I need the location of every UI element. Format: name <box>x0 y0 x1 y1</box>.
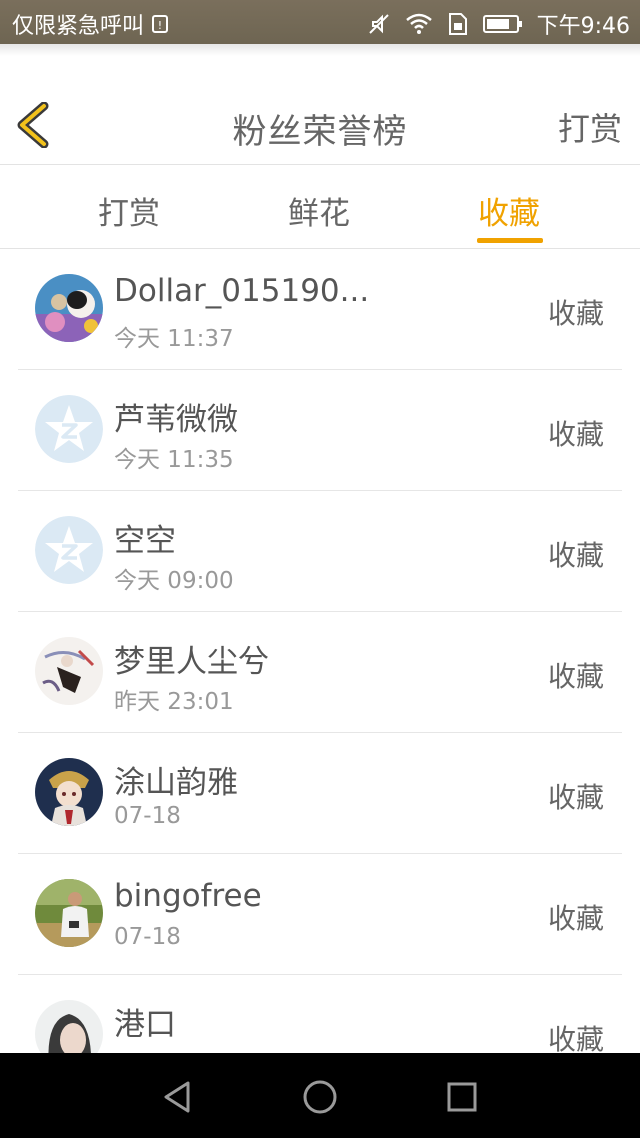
mute-icon <box>367 12 391 36</box>
fan-time: 昨天 23:01 <box>114 689 234 715</box>
status-shadow <box>0 44 640 56</box>
list-item[interactable]: 梦里人尘兮 昨天 23:01 收藏 <box>0 612 640 733</box>
list-item[interactable]: 港口 收藏 <box>0 975 640 1053</box>
list-item[interactable]: 涂山韵雅 07-18 收藏 <box>0 733 640 854</box>
favorite-label: 收藏 <box>547 660 604 693</box>
fan-time: 07-18 <box>114 803 181 829</box>
status-bar: 仅限紧急呼叫 ! 下午9:46 <box>0 0 640 44</box>
sim-card-icon <box>447 12 469 36</box>
fan-name: 芦苇微微 <box>114 402 238 438</box>
carrier-text: 仅限紧急呼叫 <box>12 14 145 39</box>
fan-name: 空空 <box>114 523 176 559</box>
reward-button[interactable]: 打赏 <box>558 104 622 150</box>
fan-name: 港口 <box>114 1007 176 1043</box>
avatar <box>35 879 103 947</box>
fan-time: 今天 11:37 <box>114 326 234 352</box>
favorite-label: 收藏 <box>547 902 604 935</box>
wifi-icon <box>405 13 433 35</box>
fan-name: Dollar_015190... <box>114 273 370 309</box>
tab-flowers[interactable]: 鲜花 <box>288 188 350 233</box>
system-nav-bar <box>0 1053 640 1138</box>
tab-favorites[interactable]: 收藏 <box>478 188 540 233</box>
fan-time: 07-18 <box>114 924 181 950</box>
fan-name: 涂山韵雅 <box>114 765 238 801</box>
default-star-avatar-icon <box>35 395 103 463</box>
tab-reward[interactable]: 打赏 <box>98 188 160 233</box>
list-item[interactable]: 空空 今天 09:00 收藏 <box>0 491 640 612</box>
tab-bar: 打赏 鲜花 收藏 <box>0 166 640 248</box>
active-tab-indicator <box>477 238 543 243</box>
favorite-label: 收藏 <box>547 781 604 814</box>
sim-warning-icon: ! <box>150 14 170 34</box>
fan-time: 今天 11:35 <box>114 447 234 473</box>
list-item[interactable]: Dollar_015190... 今天 11:37 收藏 <box>0 249 640 370</box>
svg-text:!: ! <box>158 19 162 32</box>
triangle-back-icon <box>164 1081 190 1113</box>
fan-name: 梦里人尘兮 <box>114 644 269 680</box>
favorite-label: 收藏 <box>547 539 604 572</box>
header-divider <box>0 164 640 165</box>
favorite-label: 收藏 <box>547 418 604 451</box>
favorite-label: 收藏 <box>547 297 604 330</box>
favorite-label: 收藏 <box>547 1023 604 1053</box>
clock-text: 下午9:46 <box>536 14 630 39</box>
nav-recent-button[interactable] <box>442 1077 482 1117</box>
square-recent-icon <box>447 1082 477 1112</box>
page-title: 粉丝荣誉榜 <box>232 112 408 152</box>
header-bar: 粉丝荣誉榜 打赏 <box>0 86 640 164</box>
nav-back-button[interactable] <box>158 1077 198 1117</box>
fan-name: bingofree <box>114 878 262 914</box>
fan-time: 今天 09:00 <box>114 568 234 594</box>
avatar <box>35 395 103 463</box>
avatar <box>35 274 103 342</box>
avatar <box>35 758 103 826</box>
avatar <box>35 637 103 705</box>
circle-home-icon <box>303 1080 337 1114</box>
nav-home-button[interactable] <box>300 1077 340 1117</box>
battery-icon <box>482 14 523 34</box>
list-item[interactable]: 芦苇微微 今天 11:35 收藏 <box>0 370 640 491</box>
fan-list: Dollar_015190... 今天 11:37 收藏 芦苇微微 今天 11:… <box>0 249 640 1053</box>
default-star-avatar-icon <box>35 516 103 584</box>
list-item[interactable]: bingofree 07-18 收藏 <box>0 854 640 975</box>
avatar <box>35 516 103 584</box>
avatar <box>35 1000 103 1053</box>
